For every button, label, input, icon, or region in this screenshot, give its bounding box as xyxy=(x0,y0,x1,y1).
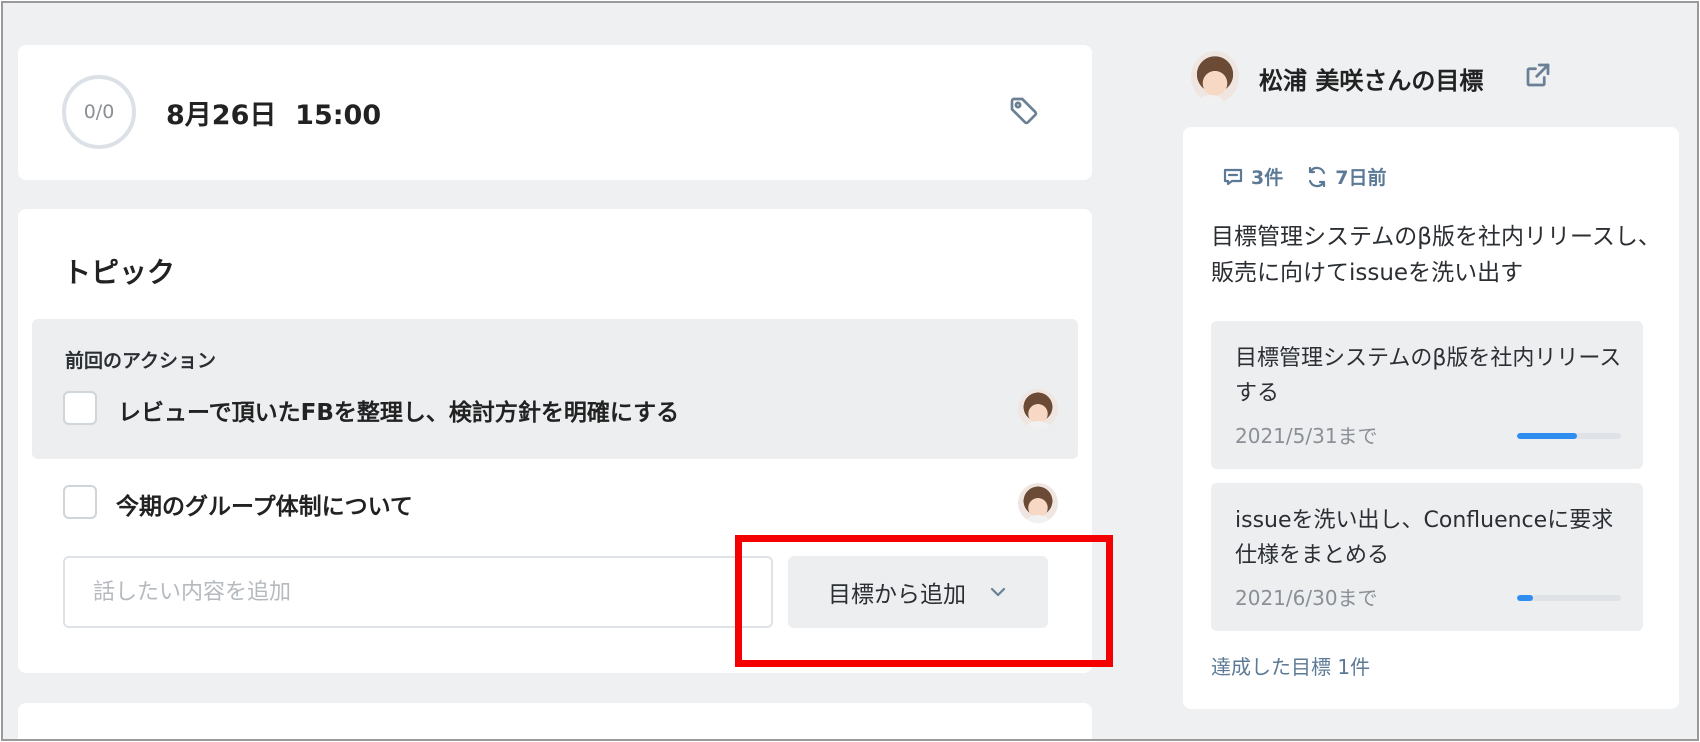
add-topic-input[interactable] xyxy=(63,556,773,628)
avatar xyxy=(1018,389,1058,429)
previous-actions-label: 前回のアクション xyxy=(65,350,217,372)
sub-goal-card[interactable]: 目標管理システムのβ版を社内リリースする 2021/5/31まで xyxy=(1211,321,1643,469)
sub-goal-progress-bar xyxy=(1517,595,1621,601)
comment-icon xyxy=(1223,168,1243,185)
sub-goal-progress-bar xyxy=(1517,433,1621,439)
sub-goal-title: issueを洗い出し、Confluenceに要求仕様をまとめる xyxy=(1235,508,1614,568)
meeting-header-card: 0/0 8月26日 15:00 xyxy=(18,45,1092,180)
add-from-goal-button[interactable]: 目標から追加 xyxy=(788,556,1048,628)
sub-goal-due: 2021/6/30まで xyxy=(1235,586,1378,610)
refresh-icon xyxy=(1309,166,1326,187)
chevron-down-icon xyxy=(990,587,1006,597)
app-frame: 0/0 8月26日 15:00 トピック 前回のアクション レビューで頂いたFB… xyxy=(1,1,1699,741)
meeting-datetime: 8月26日 15:00 xyxy=(166,100,382,131)
comments-count[interactable]: 3件 xyxy=(1221,163,1283,190)
achieved-goals-link[interactable]: 達成した目標 1件 xyxy=(1211,651,1370,680)
topic-item-label: レビューで頂いたFBを整理し、検討方針を明確にする xyxy=(118,400,680,426)
sub-goal-card[interactable]: issueを洗い出し、Confluenceに要求仕様をまとめる 2021/6/3… xyxy=(1211,483,1643,631)
sub-goal-progress-fill xyxy=(1517,595,1533,601)
tag-icon[interactable] xyxy=(1008,95,1040,127)
topic-item-checkbox[interactable] xyxy=(63,485,97,519)
previous-actions-block xyxy=(32,319,1078,459)
topic-item-label: 今期のグループ体制について xyxy=(116,494,413,520)
updated-label: 7日前 xyxy=(1335,167,1387,189)
sub-goal-due: 2021/5/31まで xyxy=(1235,424,1378,448)
add-from-goal-label: 目標から追加 xyxy=(828,582,966,608)
goal-meta: 3件 7日前 xyxy=(1221,163,1386,190)
goal-description: 目標管理システムのβ版を社内リリースし、販売に向けてissueを洗い出す xyxy=(1211,224,1661,286)
progress-indicator: 0/0 xyxy=(62,75,136,149)
avatar xyxy=(1018,483,1058,523)
sub-goal-progress-fill xyxy=(1517,433,1578,439)
topic-item-checkbox[interactable] xyxy=(63,391,97,425)
owner-avatar xyxy=(1191,51,1239,103)
external-link-icon[interactable] xyxy=(1523,60,1553,90)
topic-card: トピック 前回のアクション レビューで頂いたFBを整理し、検討方針を明確にする … xyxy=(18,209,1092,673)
sub-goal-title: 目標管理システムのβ版を社内リリースする xyxy=(1235,346,1622,406)
updated-info: 7日前 xyxy=(1305,163,1386,190)
goal-card: 3件 7日前 目標管理システムのβ版を社内リリースし、販売に向けてissueを洗… xyxy=(1183,127,1679,709)
comments-count-label: 3件 xyxy=(1251,167,1284,189)
next-section-card xyxy=(18,703,1092,739)
topic-title: トピック xyxy=(63,256,176,289)
owner-goals-title: 松浦 美咲さんの目標 xyxy=(1259,67,1484,95)
